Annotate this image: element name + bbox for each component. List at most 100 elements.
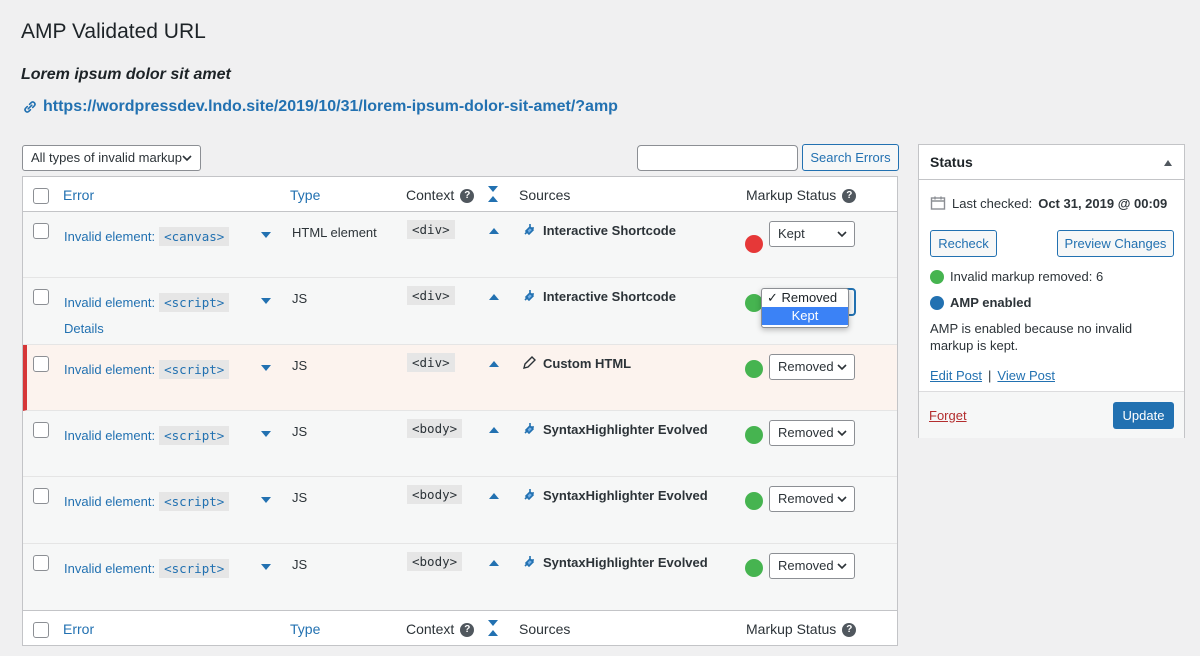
row-expand-icon[interactable] (261, 365, 271, 371)
select-all-checkbox[interactable] (33, 188, 49, 204)
source-name: Interactive Shortcode (543, 288, 676, 304)
forget-link[interactable]: Forget (929, 408, 967, 423)
col-type[interactable]: Type (290, 187, 320, 203)
removed-bolt-icon (745, 492, 763, 510)
collapse-triangle-icon[interactable] (1164, 160, 1172, 166)
col-error[interactable]: Error (63, 187, 94, 203)
dropdown-option-removed[interactable]: ✓ Removed (762, 289, 848, 307)
source-cell: Interactive Shortcode (521, 288, 676, 304)
row-collapse-icon[interactable] (489, 493, 499, 499)
row-collapse-icon[interactable] (489, 560, 499, 566)
validated-url-link[interactable]: https://wordpressdev.lndo.site/2019/10/3… (43, 98, 618, 116)
update-button[interactable]: Update (1113, 402, 1174, 429)
markup-status-select[interactable]: Kept (769, 221, 855, 247)
row-collapse-icon[interactable] (489, 294, 499, 300)
pencil-icon (523, 356, 536, 369)
source-cell: Interactive Shortcode (521, 222, 676, 238)
col-type[interactable]: Type (290, 621, 320, 637)
plugin-icon (524, 290, 535, 302)
row-checkbox[interactable] (33, 356, 49, 372)
url-row: https://wordpressdev.lndo.site/2019/10/3… (21, 98, 618, 116)
error-label: Invalid element: (64, 229, 156, 244)
filter-value: All types of invalid markup (31, 150, 183, 165)
row-expand-icon[interactable] (261, 431, 271, 437)
type-cell: JS (292, 424, 308, 439)
removed-count-text: Invalid markup removed: 6 (950, 269, 1104, 284)
status-value: Removed (778, 425, 834, 440)
source-name: SyntaxHighlighter Evolved (543, 487, 708, 503)
help-icon[interactable]: ? (842, 189, 857, 204)
markup-status-select[interactable]: Removed (769, 553, 855, 579)
row-collapse-icon[interactable] (489, 427, 499, 433)
select-all-checkbox[interactable] (33, 622, 49, 638)
error-cell[interactable]: Invalid element: <canvas> (64, 227, 230, 246)
error-cell[interactable]: Invalid element: <script> (64, 559, 230, 578)
error-cell[interactable]: Invalid element: <script> (64, 492, 230, 511)
details-link[interactable]: Details (64, 321, 104, 336)
type-cell: JS (292, 557, 308, 572)
source-cell: SyntaxHighlighter Evolved (521, 421, 708, 437)
error-tag: <script> (159, 360, 230, 379)
status-box: Status Last checked: Oct 31, 2019 @ 00:0… (918, 144, 1185, 438)
help-icon[interactable]: ? (460, 623, 475, 638)
recheck-button[interactable]: Recheck (930, 230, 997, 257)
error-cell[interactable]: Invalid element: <script> (64, 426, 230, 445)
edit-post-link[interactable]: Edit Post (930, 368, 982, 383)
removed-bolt-icon (745, 360, 763, 378)
help-icon[interactable]: ? (460, 189, 475, 204)
markup-status-select[interactable]: Removed (769, 420, 855, 446)
dropdown-option-kept[interactable]: Kept (762, 307, 848, 325)
removed-bolt-icon (930, 269, 944, 284)
markup-status-select[interactable]: Removed (769, 354, 855, 380)
error-cell[interactable]: Invalid element: <script> (64, 360, 230, 379)
status-box-header[interactable]: Status (919, 145, 1184, 180)
col-error[interactable]: Error (63, 621, 94, 637)
context-tag: <div> (407, 353, 455, 372)
row-checkbox[interactable] (33, 289, 49, 305)
preview-changes-button[interactable]: Preview Changes (1057, 230, 1174, 257)
table-row: Invalid element: <script> JS <body> Synt… (23, 411, 897, 477)
error-tag: <canvas> (159, 227, 230, 246)
amp-bolt-icon (930, 295, 944, 310)
row-expand-icon[interactable] (261, 564, 271, 570)
row-expand-icon[interactable] (261, 497, 271, 503)
row-checkbox[interactable] (33, 488, 49, 504)
row-checkbox[interactable] (33, 555, 49, 571)
table-row: Invalid element: <canvas> HTML element <… (23, 212, 897, 278)
help-icon[interactable]: ? (842, 623, 857, 638)
error-cell[interactable]: Invalid element: <script> (64, 293, 230, 312)
search-input[interactable] (637, 145, 798, 171)
search-errors-button[interactable]: Search Errors (802, 144, 899, 171)
markup-status-dropdown[interactable]: ✓ Removed Kept (761, 288, 849, 328)
context-tag: <body> (407, 552, 463, 571)
source-cell: SyntaxHighlighter Evolved (521, 487, 708, 503)
expand-collapse-icon[interactable] (488, 620, 498, 638)
kept-bolt-icon (745, 235, 763, 253)
source-name: Interactive Shortcode (543, 222, 676, 238)
removed-bolt-icon (745, 559, 763, 577)
row-expand-icon[interactable] (261, 232, 271, 238)
plugin-icon (524, 489, 535, 501)
col-markup-status: Markup Status (746, 187, 837, 203)
expand-collapse-icon[interactable] (488, 186, 498, 204)
view-post-link[interactable]: View Post (997, 368, 1055, 383)
markup-type-filter[interactable]: All types of invalid markup (22, 145, 201, 171)
chevron-down-icon (837, 231, 847, 238)
markup-status-select[interactable]: Removed (769, 486, 855, 512)
error-label: Invalid element: (64, 362, 156, 377)
calendar-icon (930, 196, 946, 210)
row-collapse-icon[interactable] (489, 228, 499, 234)
row-checkbox[interactable] (33, 223, 49, 239)
errors-table: Error Type Context? Sources Markup Statu… (22, 176, 898, 646)
table-footer: Error Type Context? Sources Markup Statu… (23, 610, 897, 646)
plugin-icon (524, 556, 535, 568)
row-expand-icon[interactable] (261, 298, 271, 304)
chevron-down-icon (837, 496, 847, 503)
chevron-down-icon (837, 563, 847, 570)
row-checkbox[interactable] (33, 422, 49, 438)
amp-enabled-line: AMP enabled (930, 295, 1031, 310)
page-title: AMP Validated URL (21, 20, 206, 43)
row-collapse-icon[interactable] (489, 361, 499, 367)
last-checked-value: Oct 31, 2019 @ 00:09 (1038, 195, 1168, 211)
error-tag: <script> (159, 426, 230, 445)
